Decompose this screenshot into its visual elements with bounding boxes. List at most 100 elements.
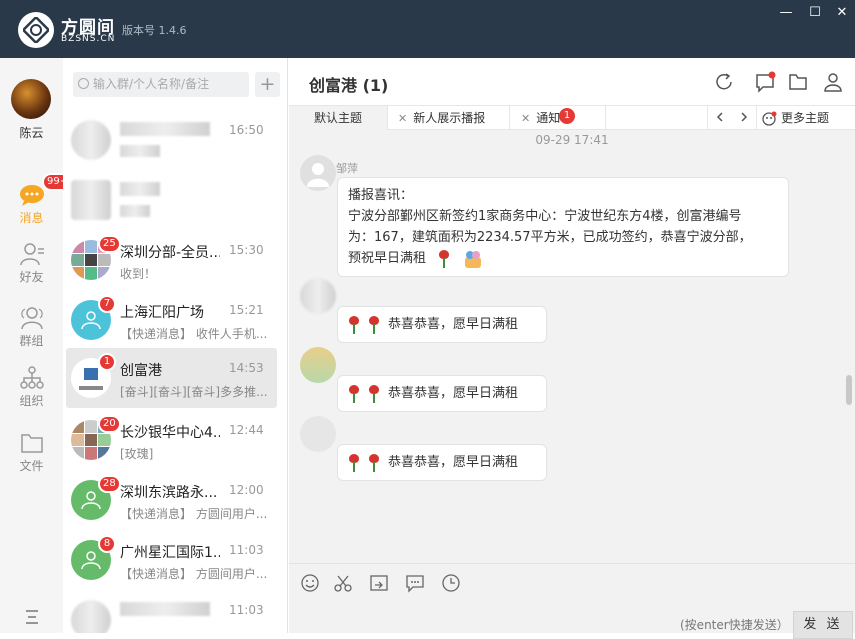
refresh-icon[interactable] [713, 71, 735, 93]
tab-prev-button[interactable] [707, 106, 731, 130]
close-icon[interactable]: ✕ [398, 112, 407, 125]
folder-icon[interactable] [787, 71, 809, 93]
conversation-preview: 【快递消息】 收件人手机... [120, 327, 268, 341]
conversation-time: 15:21 [229, 303, 264, 317]
nav-menu[interactable] [0, 605, 63, 631]
list-item[interactable] [63, 170, 287, 230]
conversation-preview: [奋斗][奋斗][奋斗]多多推... [120, 385, 268, 399]
user-name: 陈云 [19, 126, 44, 140]
rose-emoji [368, 384, 380, 403]
list-item[interactable]: 7 上海汇阳广场 15:21 【快递消息】 收件人手机... [63, 290, 287, 350]
chevron-right-icon [740, 112, 747, 122]
nav-label: 组织 [19, 394, 44, 408]
title-bar: 方圆间 BZSNS.CN 版本号 1.4.6 — ☐ ✕ [0, 0, 855, 58]
unread-badge: 20 [98, 415, 121, 433]
nav-files[interactable]: 文件 [0, 431, 63, 474]
chat-history-icon[interactable] [405, 573, 425, 593]
conversation-time: 15:30 [229, 243, 264, 257]
clock-icon[interactable] [441, 573, 461, 593]
scrollbar[interactable] [846, 375, 852, 405]
unread-badge: 1 [559, 108, 575, 124]
left-nav: 陈云 消息 99+ 好友 群组 组织 文件 [0, 58, 74, 633]
conversation-title [120, 122, 210, 136]
list-item[interactable]: 25 深圳分部-全员... 15:30 收到！ [63, 230, 287, 290]
list-item[interactable]: 16:50 [63, 110, 287, 170]
conversation-preview: 【快递消息】 方圆间用户... [120, 507, 268, 521]
scissors-icon[interactable] [333, 573, 353, 593]
conversation-preview [120, 205, 150, 217]
rose-emoji [348, 384, 360, 403]
notice-icon[interactable] [754, 71, 776, 93]
nav-label: 好友 [19, 270, 44, 284]
app-logo [18, 12, 54, 48]
conversation-title: 长沙银华中心4... [120, 425, 220, 441]
unread-badge: 25 [98, 235, 121, 253]
nav-messages[interactable]: 消息 99+ [0, 173, 74, 226]
gift-emoji [465, 250, 482, 268]
avatar [71, 600, 111, 633]
topic-tabs: 默认主题 ✕ 新人展示播报 ✕ 通知 1 更多主题 [289, 105, 855, 130]
list-item[interactable]: 11:03 [63, 590, 287, 633]
message-icon [19, 185, 44, 206]
avatar [300, 278, 336, 314]
maximize-button[interactable]: ☐ [806, 5, 824, 21]
message-bubble: 恭喜恭喜，愿早日满租 [337, 306, 547, 343]
avatar[interactable] [11, 79, 51, 119]
message-text: 恭喜恭喜，愿早日满租 [388, 455, 519, 470]
tab-next-button[interactable] [731, 106, 757, 130]
members-icon[interactable] [822, 71, 844, 93]
nav-label: 消息 [19, 211, 44, 225]
message-area: 09-29 17:41 邹萍 播报喜讯： 宁波分部鄞州区新签约1家商务中心：宁波… [289, 130, 855, 563]
tab-label: 新人展示播报 [413, 111, 486, 125]
conversation-time: 16:50 [229, 123, 264, 137]
list-item[interactable]: 1 创富港 14:53 [奋斗][奋斗][奋斗]多多推... [66, 348, 277, 408]
send-button[interactable]: 发 送 [793, 611, 853, 639]
conversation-title: 广州星汇国际1... [120, 545, 220, 561]
rose-emoji [438, 249, 450, 268]
tab-label: 默认主题 [313, 111, 362, 125]
close-button[interactable]: ✕ [833, 5, 851, 21]
send-file-icon[interactable] [369, 573, 389, 593]
tab-newcomer[interactable]: ✕ 新人展示播报 [388, 106, 510, 130]
nav-label: 群组 [19, 334, 44, 348]
list-item[interactable]: 28 深圳东滨路永... 12:00 【快递消息】 方圆间用户... [63, 470, 287, 530]
nav-groups[interactable]: 群组 [0, 306, 63, 349]
conversation-preview: 【快递消息】 方圆间用户... [120, 567, 268, 581]
nav-org[interactable]: 组织 [0, 366, 63, 409]
conversation-time: 12:44 [229, 423, 264, 437]
avatar [71, 180, 111, 220]
conversation-title: 深圳分部-全员... [120, 245, 220, 261]
avatar [300, 416, 336, 452]
tab-label: 通知 [536, 111, 561, 125]
rose-emoji [348, 453, 360, 472]
conversation-title: 创富港 [120, 363, 162, 379]
input-toolbar: (按enter快捷发送） 发 送 [289, 563, 855, 639]
org-icon [19, 366, 44, 389]
message-text: 恭喜恭喜，愿早日满租 [388, 317, 519, 332]
search-input[interactable]: 输入群/个人名称/备注 [73, 72, 249, 97]
close-icon[interactable]: ✕ [521, 112, 530, 125]
chevron-left-icon [716, 112, 723, 122]
message-line: 宁波分部鄞州区新签约1家商务中心：宁波世纪东方4楼，创富港编号 [348, 209, 742, 224]
app-version: 版本号 1.4.6 [122, 24, 187, 37]
message-bubble: 恭喜恭喜，愿早日满租 [337, 444, 547, 481]
chat-title: 创富港 (1) [309, 76, 389, 95]
unread-badge: 7 [98, 295, 116, 313]
emoji-icon[interactable] [300, 573, 320, 593]
sender-name: 邹萍 [336, 162, 358, 175]
tab-notice[interactable]: ✕ 通知 1 [510, 106, 606, 130]
folder-icon [20, 434, 43, 453]
message-line: 播报喜讯： [348, 188, 414, 203]
chat-header: 创富港 (1) [289, 58, 855, 105]
more-topics-button[interactable]: 更多主题 [761, 106, 855, 130]
message-timestamp: 09-29 17:41 [535, 133, 609, 147]
minimize-button[interactable]: — [777, 5, 795, 21]
list-item[interactable]: 20 长沙银华中心4... 12:44 [玫瑰] [63, 410, 287, 470]
unread-badge: 8 [98, 535, 116, 553]
conversation-title [120, 182, 160, 196]
nav-friends[interactable]: 好友 [0, 242, 63, 285]
list-item[interactable]: 8 广州星汇国际1... 11:03 【快递消息】 方圆间用户... [63, 530, 287, 590]
tab-default[interactable]: 默认主题 [289, 106, 388, 130]
conversation-list: 输入群/个人名称/备注 + 16:50 25 深圳分部-全员... 15:30 … [63, 58, 288, 633]
add-button[interactable]: + [255, 72, 280, 97]
